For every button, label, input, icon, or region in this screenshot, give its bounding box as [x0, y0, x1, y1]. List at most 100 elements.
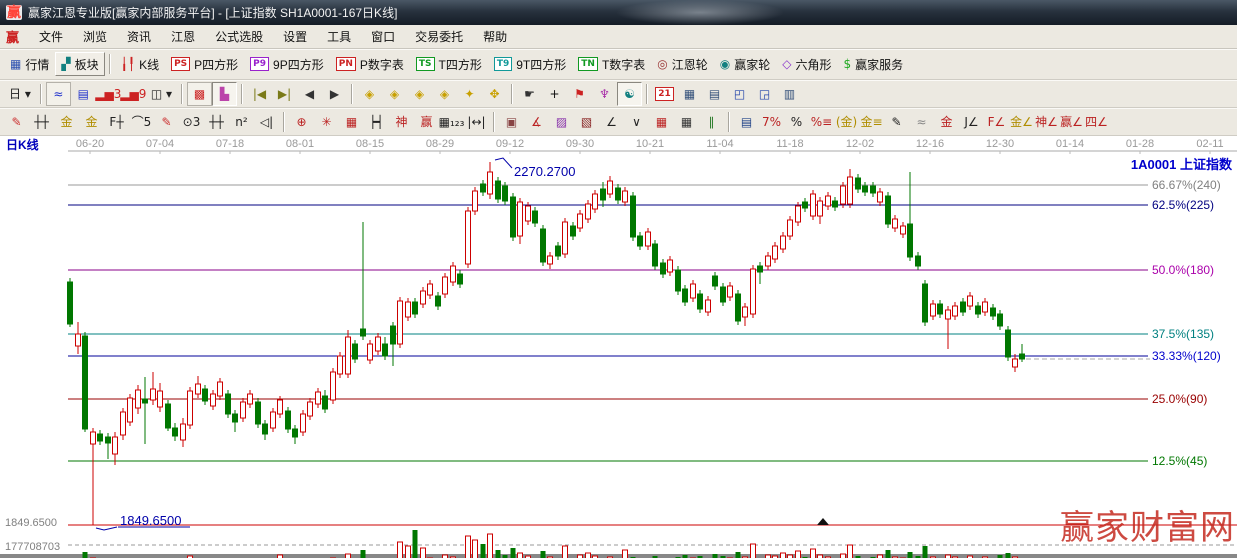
- tool-percent[interactable]: %: [784, 110, 809, 134]
- save-network-icon: ◲: [759, 88, 770, 100]
- toolbar-button-p-square[interactable]: PSP四方形: [165, 52, 244, 76]
- tool-square-rays[interactable]: ▧: [574, 110, 599, 134]
- tool-angle-j[interactable]: J∠: [959, 110, 984, 134]
- tool-shen-grid[interactable]: 神: [389, 110, 414, 134]
- tool-candle-style-dropdown[interactable]: ◫ ▾: [146, 82, 177, 106]
- tool-f-ruler[interactable]: F┼: [104, 110, 129, 134]
- tool-report-doc[interactable]: ▤: [702, 82, 727, 106]
- toolbar-button-winner-service[interactable]: $赢家服务: [838, 52, 910, 76]
- tool-red-grid[interactable]: ▦: [649, 110, 674, 134]
- tool-parallel-lines[interactable]: ∥: [699, 110, 724, 134]
- tool-period-day-dropdown[interactable]: 日 ▾: [4, 82, 36, 106]
- tool-expand-view[interactable]: ✥: [482, 82, 507, 106]
- tool-color-histogram[interactable]: ▙: [212, 82, 237, 106]
- tool-panel-list[interactable]: ▤: [734, 110, 759, 134]
- tool-prev-bar[interactable]: ◀: [297, 82, 322, 106]
- tool-calendar[interactable]: 21: [652, 82, 677, 106]
- tool-gann-ruler[interactable]: ┼┼: [29, 110, 54, 134]
- tool-angle-shen[interactable]: 神∠: [1034, 110, 1059, 134]
- tool-zoom-in-vertical[interactable]: ◈: [432, 82, 457, 106]
- menu-item-window-menu[interactable]: 窗口: [361, 26, 405, 47]
- toolbar-button-t-number-table[interactable]: TNT数字表: [572, 52, 651, 76]
- tool-wave-tool-purple[interactable]: ♆: [592, 82, 617, 106]
- toolbar-button-sectors[interactable]: ▞板块: [55, 52, 104, 76]
- tool-bar-chart-3[interactable]: ▂▅3: [96, 82, 121, 106]
- menu-item-formula-stock-picking[interactable]: 公式选股: [205, 26, 273, 47]
- tool-wave-overlay[interactable]: ≈: [909, 110, 934, 134]
- tool-angle-gold[interactable]: 金∠: [1009, 110, 1034, 134]
- tool-gold-red[interactable]: 金: [934, 110, 959, 134]
- tool-next-bar[interactable]: ▶: [322, 82, 347, 106]
- tool-v-dots[interactable]: ∨: [624, 110, 649, 134]
- toolbar-button-winner-wheel[interactable]: ◉赢家轮: [714, 52, 777, 76]
- tool-percent-7[interactable]: 7%: [759, 110, 784, 134]
- tool-square-fan[interactable]: ▨: [549, 110, 574, 134]
- tool-angle-rays[interactable]: ∠: [599, 110, 624, 134]
- tool-candle-pencil[interactable]: ✎: [884, 110, 909, 134]
- tool-pencil-angle[interactable]: ✎: [154, 110, 179, 134]
- tool-last-bar[interactable]: ▶|: [272, 82, 297, 106]
- tool-angle-ying[interactable]: 赢∠: [1059, 110, 1084, 134]
- tool-gold-circle[interactable]: (金): [834, 110, 859, 134]
- tool-analysis-brain[interactable]: ☯: [617, 82, 642, 106]
- kline-chart[interactable]: 06-2007-0407-1808-0108-1508-2909-1209-30…: [0, 136, 1237, 558]
- tool-fan-lines[interactable]: ∡: [524, 110, 549, 134]
- toolbar-button-9t-square[interactable]: T99T四方形: [488, 52, 572, 76]
- tool-zigzag-tool[interactable]: ≈: [46, 82, 71, 106]
- tool-pencil-tool[interactable]: ✎: [4, 110, 29, 134]
- tool-compress-view[interactable]: ✦: [457, 82, 482, 106]
- menu-item-help[interactable]: 帮助: [473, 26, 517, 47]
- toolbar-button-hexagon[interactable]: ◇六角形: [776, 52, 837, 76]
- menu-item-gann[interactable]: 江恩: [161, 26, 205, 47]
- tool-grid-web[interactable]: ▦: [339, 110, 364, 134]
- tool-dark-grid[interactable]: ▦: [674, 110, 699, 134]
- tool-hash-ruler[interactable]: ┼┼: [204, 110, 229, 134]
- tool-flag-marker[interactable]: ◁|: [254, 110, 279, 134]
- tool-save-disk[interactable]: ◰: [727, 82, 752, 106]
- tool-n-squared[interactable]: n²: [229, 110, 254, 134]
- tool-ying-grid[interactable]: 赢: [414, 110, 439, 134]
- tool-angle-f[interactable]: F∠: [984, 110, 1009, 134]
- tool-gold-levels[interactable]: 金≡: [859, 110, 884, 134]
- tool-pattern-box-tool[interactable]: ▩: [187, 82, 212, 106]
- toolbar-button-gann-wheel[interactable]: ◎江恩轮: [651, 52, 714, 76]
- tool-mark-flag[interactable]: ⚑: [567, 82, 592, 106]
- tool-drag-hand[interactable]: ☛: [517, 82, 542, 106]
- left-axis-label: 1849.6500: [5, 517, 57, 529]
- menu-item-tools[interactable]: 工具: [317, 26, 361, 47]
- toolbar-button-t-square[interactable]: TST四方形: [410, 52, 488, 76]
- tool-percent-levels[interactable]: %≡: [809, 110, 834, 134]
- tool-span-tool[interactable]: ┝┥: [364, 110, 389, 134]
- tool-gold-ruler-2[interactable]: 金: [79, 110, 104, 134]
- tool-memo-note[interactable]: ▤: [71, 82, 96, 106]
- tool-grid-123[interactable]: ▦₁₂₃: [439, 110, 464, 134]
- tool-circle-cross[interactable]: ⊕: [289, 110, 314, 134]
- tool-cycle-circle[interactable]: ⊙3: [179, 110, 204, 134]
- tool-zoom-in-horizontal[interactable]: ◈: [382, 82, 407, 106]
- tool-calculator[interactable]: ▦: [677, 82, 702, 106]
- menu-item-trade-orders[interactable]: 交易委托: [405, 26, 473, 47]
- tool-bar-chart-9[interactable]: ▂▅9: [121, 82, 146, 106]
- menu-item-news[interactable]: 资讯: [117, 26, 161, 47]
- tool-zoom-out-horizontal[interactable]: ◈: [357, 82, 382, 106]
- tool-first-bar[interactable]: |◀: [247, 82, 272, 106]
- menu-item-browse[interactable]: 浏览: [73, 26, 117, 47]
- menu-item-settings[interactable]: 设置: [273, 26, 317, 47]
- tool-save-network[interactable]: ◲: [752, 82, 777, 106]
- tool-remote-computer[interactable]: ▥: [777, 82, 802, 106]
- toolbar-button-p-number-table[interactable]: PNP数字表: [330, 52, 410, 76]
- toolbar-button-9p-square[interactable]: P99P四方形: [244, 52, 330, 76]
- tool-width-measure[interactable]: |↔|: [464, 110, 489, 134]
- title-bar[interactable]: 赢 赢家江恩专业版[赢家内部服务平台] - [上证指数 SH1A0001-167…: [0, 0, 1237, 25]
- tool-arc-ruler[interactable]: ⌒5: [129, 110, 154, 134]
- toolbar-button-quotes[interactable]: ▦行情: [4, 52, 55, 76]
- tool-zoom-out-vertical[interactable]: ◈: [407, 82, 432, 106]
- tool-box-tool[interactable]: ▣: [499, 110, 524, 134]
- menu-item-file[interactable]: 文件: [29, 26, 73, 47]
- tool-gold-ruler-1[interactable]: 金: [54, 110, 79, 134]
- tool-radial-web[interactable]: ✳: [314, 110, 339, 134]
- tool-angle-si[interactable]: 四∠: [1084, 110, 1109, 134]
- tool-crosshair[interactable]: +: [542, 82, 567, 106]
- toolbar-button-kline[interactable]: ╽╿K线: [115, 52, 165, 76]
- chart-area[interactable]: 06-2007-0407-1808-0108-1508-2909-1209-30…: [0, 136, 1237, 554]
